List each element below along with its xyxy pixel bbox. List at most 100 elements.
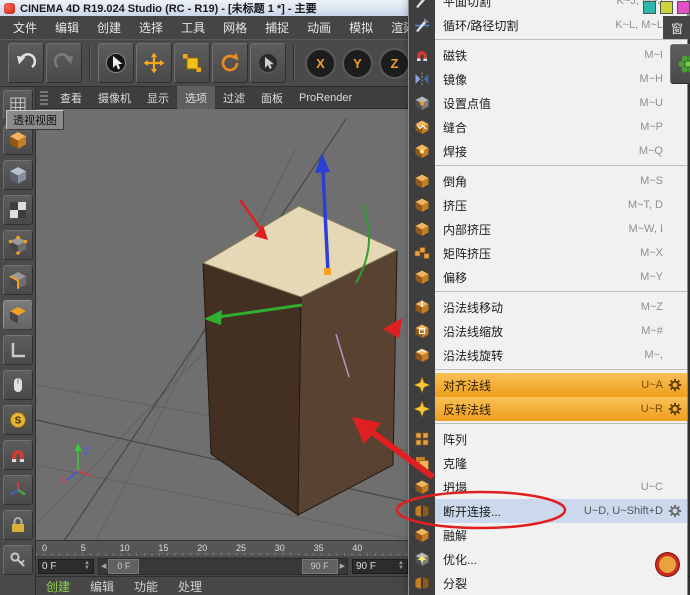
context-menu-item[interactable]: 焊接M~Q [409, 139, 687, 163]
context-menu-item-label: 焊接 [443, 143, 467, 160]
context-menu-item[interactable]: 断开连接...U~D, U~Shift+D [409, 499, 687, 523]
spinner-icon[interactable]: ▲▼ [398, 561, 404, 571]
context-menu-item[interactable]: 沿法线移动M~Z [409, 295, 687, 319]
context-menu-item-label: 对齐法线 [443, 377, 491, 394]
context-menu-item[interactable]: 循环/路径切割K~L, M~L [409, 13, 687, 37]
ruler-label: 0 [42, 543, 47, 553]
preview-range-slider[interactable]: ◀ 0 F 90 F ▶ [98, 558, 348, 575]
context-menu-item[interactable]: 沿法线旋转M~, [409, 343, 687, 367]
x-axis-lock-button[interactable]: X [305, 48, 336, 79]
mouse-icon[interactable] [3, 370, 33, 400]
move-tool-icon[interactable] [136, 43, 172, 83]
range-track[interactable] [139, 559, 301, 574]
menu-item-4[interactable]: 工具 [172, 16, 214, 39]
axis-mode-icon[interactable] [3, 475, 33, 505]
gizmo-center-handle [324, 268, 331, 275]
context-menu-item-label: 阵列 [443, 431, 467, 448]
menu-item-7[interactable]: 动画 [298, 16, 340, 39]
polygon-mode-icon[interactable] [3, 300, 33, 330]
bottom-tab-1[interactable]: 编辑 [80, 576, 124, 595]
knife-icon [409, 0, 435, 13]
context-menu-item[interactable]: 矩阵挤压M~X [409, 241, 687, 265]
options-gear-icon[interactable] [665, 402, 685, 416]
redo-icon[interactable] [46, 43, 82, 83]
undo-icon[interactable] [8, 43, 44, 83]
viewport-canvas[interactable]: Z X [36, 109, 410, 541]
context-menu-item[interactable]: 优化... [409, 547, 687, 571]
menu-item-1[interactable]: 编辑 [46, 16, 88, 39]
menu-item-8[interactable]: 模拟 [340, 16, 382, 39]
texture-mode-icon[interactable] [3, 195, 33, 225]
point-mode-icon[interactable] [3, 230, 33, 260]
y-axis-lock-button[interactable]: Y [342, 48, 373, 79]
options-gear-icon[interactable] [665, 378, 685, 392]
menu-item-5[interactable]: 网格 [214, 16, 256, 39]
z-axis-lock-button[interactable]: Z [379, 48, 410, 79]
cinema4d-window: CINEMA 4D R19.024 Studio (RC - R19) - [未… [0, 0, 690, 595]
panel-grip-icon[interactable] [40, 91, 48, 105]
autokey-record-icon[interactable] [656, 553, 679, 576]
snap-icon[interactable]: S [3, 405, 33, 435]
context-menu-item[interactable]: 设置点值M~U [409, 91, 687, 115]
context-menu-item[interactable]: 融解 [409, 523, 687, 547]
current-frame-field[interactable]: 0 F ▲▼ [38, 559, 94, 574]
context-menu-item[interactable]: 分裂 [409, 571, 687, 595]
bottom-tab-0[interactable]: 创建 [36, 576, 80, 595]
spinner-icon[interactable]: ▲▼ [84, 561, 90, 571]
normal-rotate-icon [409, 343, 435, 367]
bottom-tab-2[interactable]: 功能 [124, 576, 168, 595]
context-menu-item[interactable]: 倒角M~S [409, 169, 687, 193]
live-selection-icon[interactable] [98, 43, 134, 83]
range-end-grip[interactable]: 90 F [302, 559, 338, 574]
edge-mode-icon[interactable] [3, 265, 33, 295]
context-menu-item[interactable]: 缝合M~P [409, 115, 687, 139]
menu-item-window[interactable]: 窗口 [663, 16, 690, 39]
context-menu-item[interactable]: 磁铁M~I [409, 43, 687, 67]
range-right-arrow-icon[interactable]: ▶ [338, 559, 347, 574]
viewport-menu-item-6[interactable]: ProRender [291, 88, 360, 107]
context-menu-item[interactable]: 沿法线缩放M~# [409, 319, 687, 343]
ruler-label: 5 [81, 543, 86, 553]
key-icon[interactable] [3, 545, 33, 575]
menu-item-6[interactable]: 捕捉 [256, 16, 298, 39]
workplane-icon[interactable] [3, 335, 33, 365]
shortcut-label: K~L, M~L [609, 19, 663, 31]
range-start-grip[interactable]: 0 F [108, 559, 139, 574]
context-menu-item[interactable]: 对齐法线U~A [409, 373, 687, 397]
menu-item-2[interactable]: 创建 [88, 16, 130, 39]
options-gear-icon[interactable] [665, 504, 685, 518]
context-menu-item[interactable]: 反转法线U~R [409, 397, 687, 421]
timeline-ruler[interactable]: 0510152025303540 [36, 540, 410, 557]
context-menu-item[interactable]: 坍塌U~C [409, 475, 687, 499]
model-mode-icon[interactable] [3, 160, 33, 190]
current-frame-value: 0 F [42, 561, 56, 572]
viewport-menu-item-1[interactable]: 摄像机 [90, 86, 139, 109]
ruler-label: 25 [236, 543, 246, 553]
context-menu-item[interactable]: 阵列 [409, 427, 687, 451]
bottom-tab-3[interactable]: 处理 [168, 576, 212, 595]
context-menu-item[interactable]: 偏移M~Y [409, 265, 687, 289]
scale-tool-icon[interactable] [174, 43, 210, 83]
last-used-tool-icon[interactable] [250, 43, 286, 83]
menu-item-0[interactable]: 文件 [4, 16, 46, 39]
collapse-icon [409, 475, 435, 499]
viewport-menu-item-5[interactable]: 面板 [253, 86, 291, 109]
end-frame-field[interactable]: 90 F ▲▼ [352, 559, 408, 574]
context-menu-item[interactable]: 克隆 [409, 451, 687, 475]
svg-text:S: S [14, 416, 21, 427]
ruler-label: 10 [120, 543, 130, 553]
range-left-arrow-icon[interactable]: ◀ [99, 559, 108, 574]
menu-item-3[interactable]: 选择 [130, 16, 172, 39]
viewport-menu-item-3[interactable]: 选项 [177, 86, 215, 109]
rotate-tool-icon[interactable] [212, 43, 248, 83]
context-menu-item[interactable]: 挤压M~T, D [409, 193, 687, 217]
context-menu-item[interactable]: 镜像M~H [409, 67, 687, 91]
shortcut-label: M~I [638, 49, 663, 61]
lock-icon[interactable] [3, 510, 33, 540]
viewport-menu-item-2[interactable]: 显示 [139, 86, 177, 109]
viewport-menu-item-4[interactable]: 过滤 [215, 86, 253, 109]
viewport-menu-item-0[interactable]: 查看 [52, 86, 90, 109]
context-menu-item[interactable]: 内部挤压M~W, I [409, 217, 687, 241]
magnet-icon[interactable] [3, 440, 33, 470]
green-gear-icon[interactable] [670, 44, 690, 84]
